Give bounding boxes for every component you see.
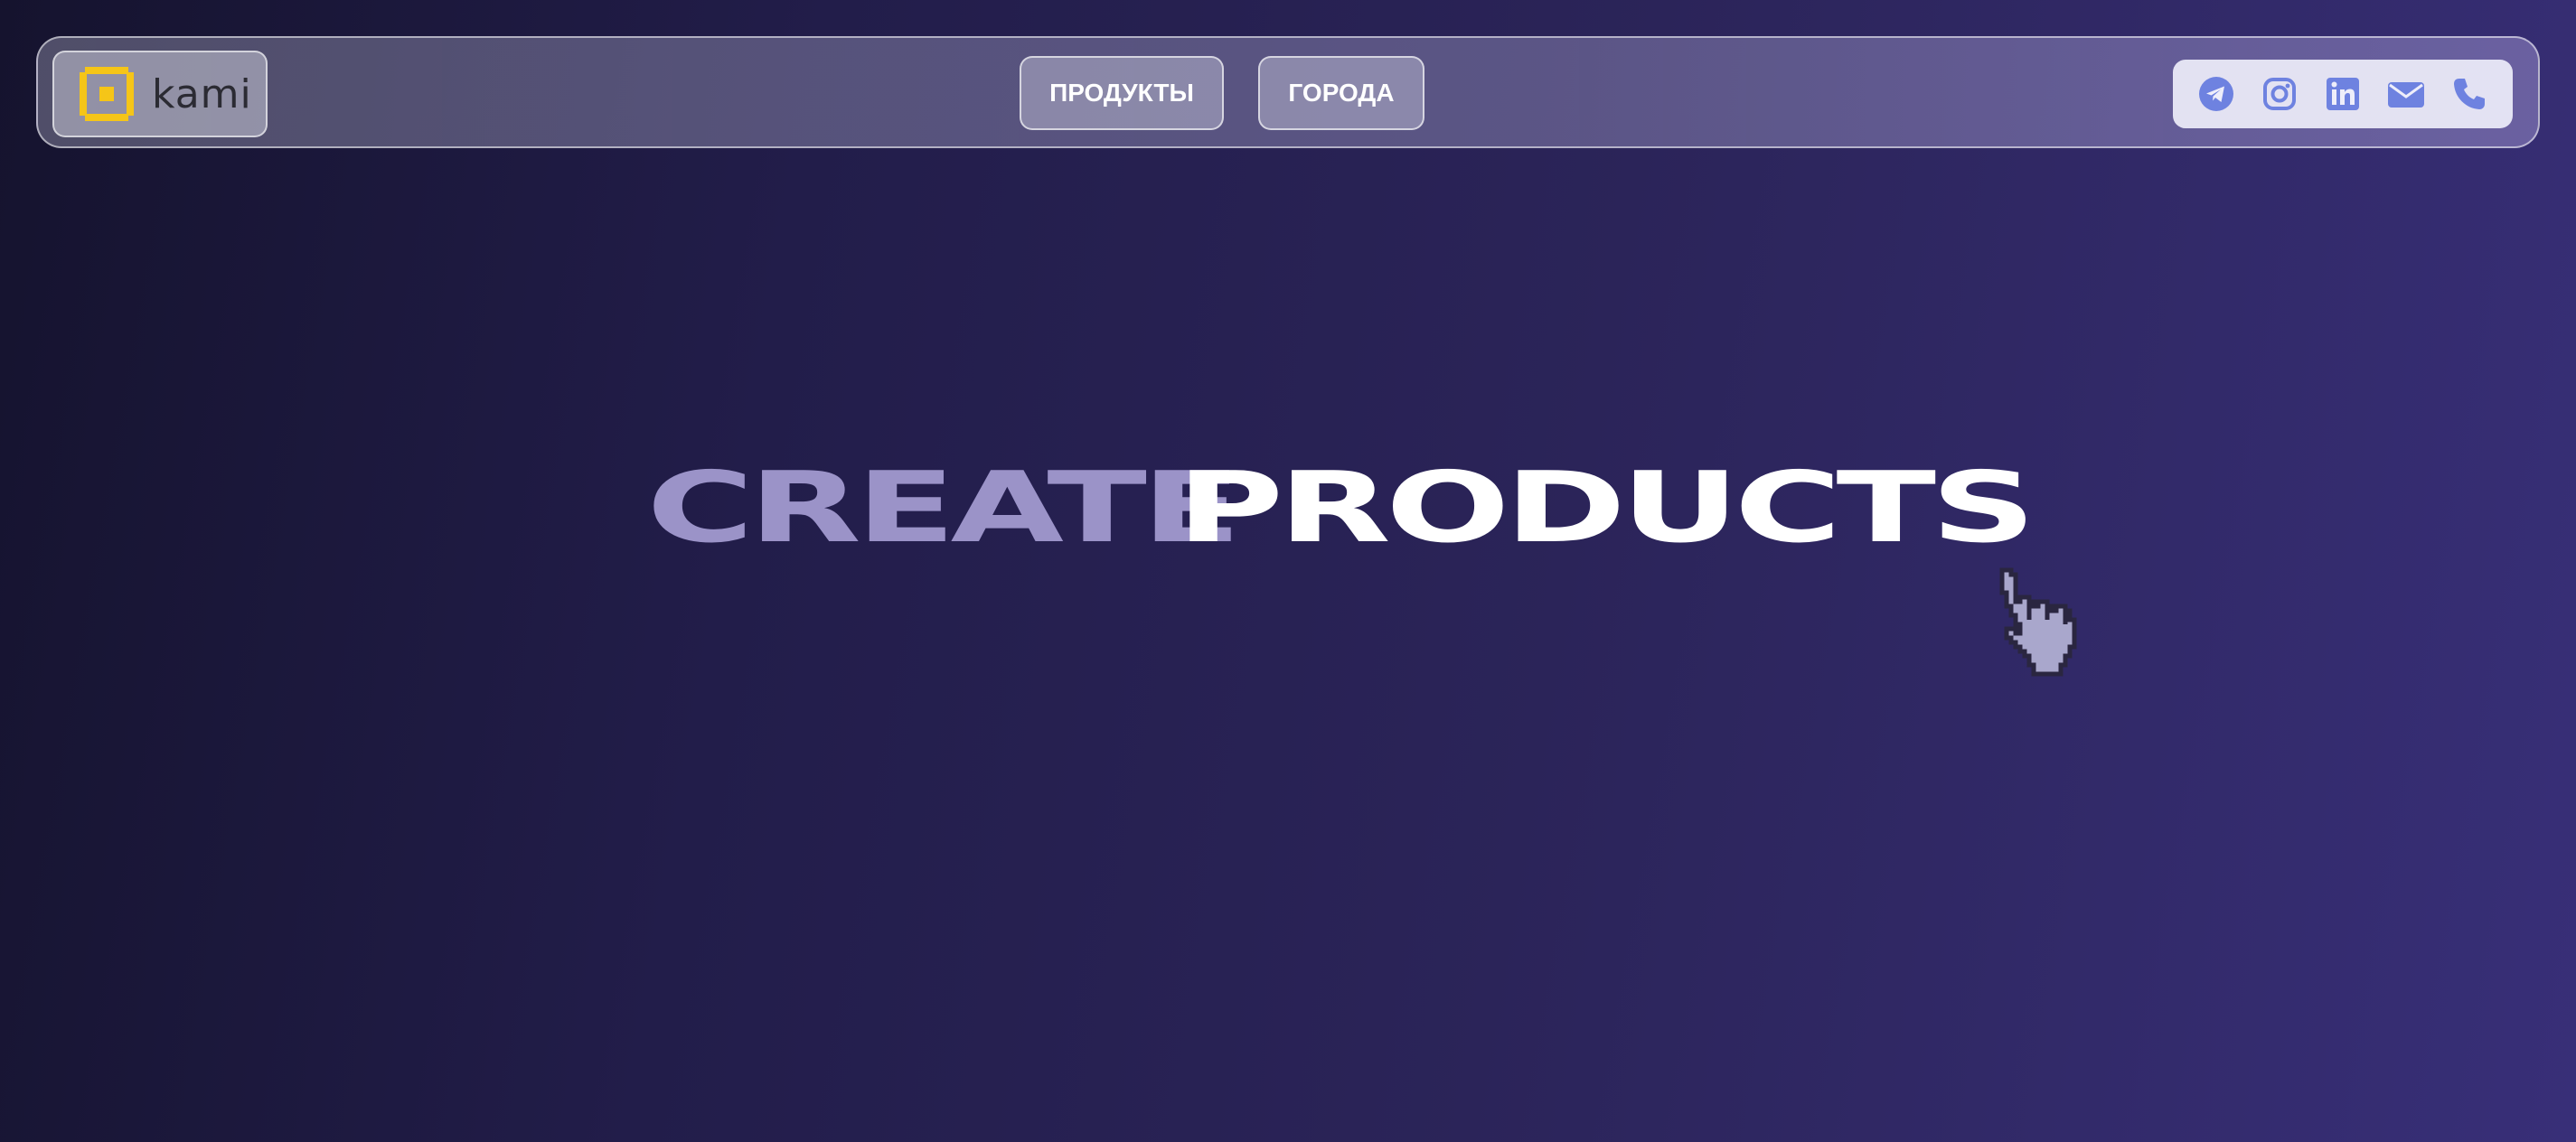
pixel-hand-pointer-icon: [1999, 567, 2077, 677]
hero-word-create: CREATE: [646, 452, 1242, 565]
telegram-icon[interactable]: [2196, 74, 2236, 114]
cities-button[interactable]: ГОРОДА: [1258, 56, 1424, 130]
hero-word-products: PRODUCTS: [1176, 452, 2036, 565]
products-button[interactable]: ПРОДУКТЫ: [1020, 56, 1224, 130]
hero-headline: CREATEPRODUCTS: [0, 452, 2576, 565]
linkedin-icon[interactable]: [2323, 74, 2363, 114]
logo-text: kami: [152, 70, 252, 117]
instagram-icon[interactable]: [2260, 74, 2299, 114]
social-links: [2173, 60, 2513, 128]
phone-icon[interactable]: [2449, 74, 2489, 114]
kami-logo-icon: [80, 67, 134, 121]
top-navbar: kami ПРОДУКТЫ ГОРОДА: [36, 36, 2540, 148]
logo[interactable]: kami: [52, 51, 268, 137]
mail-icon[interactable]: [2386, 74, 2426, 114]
